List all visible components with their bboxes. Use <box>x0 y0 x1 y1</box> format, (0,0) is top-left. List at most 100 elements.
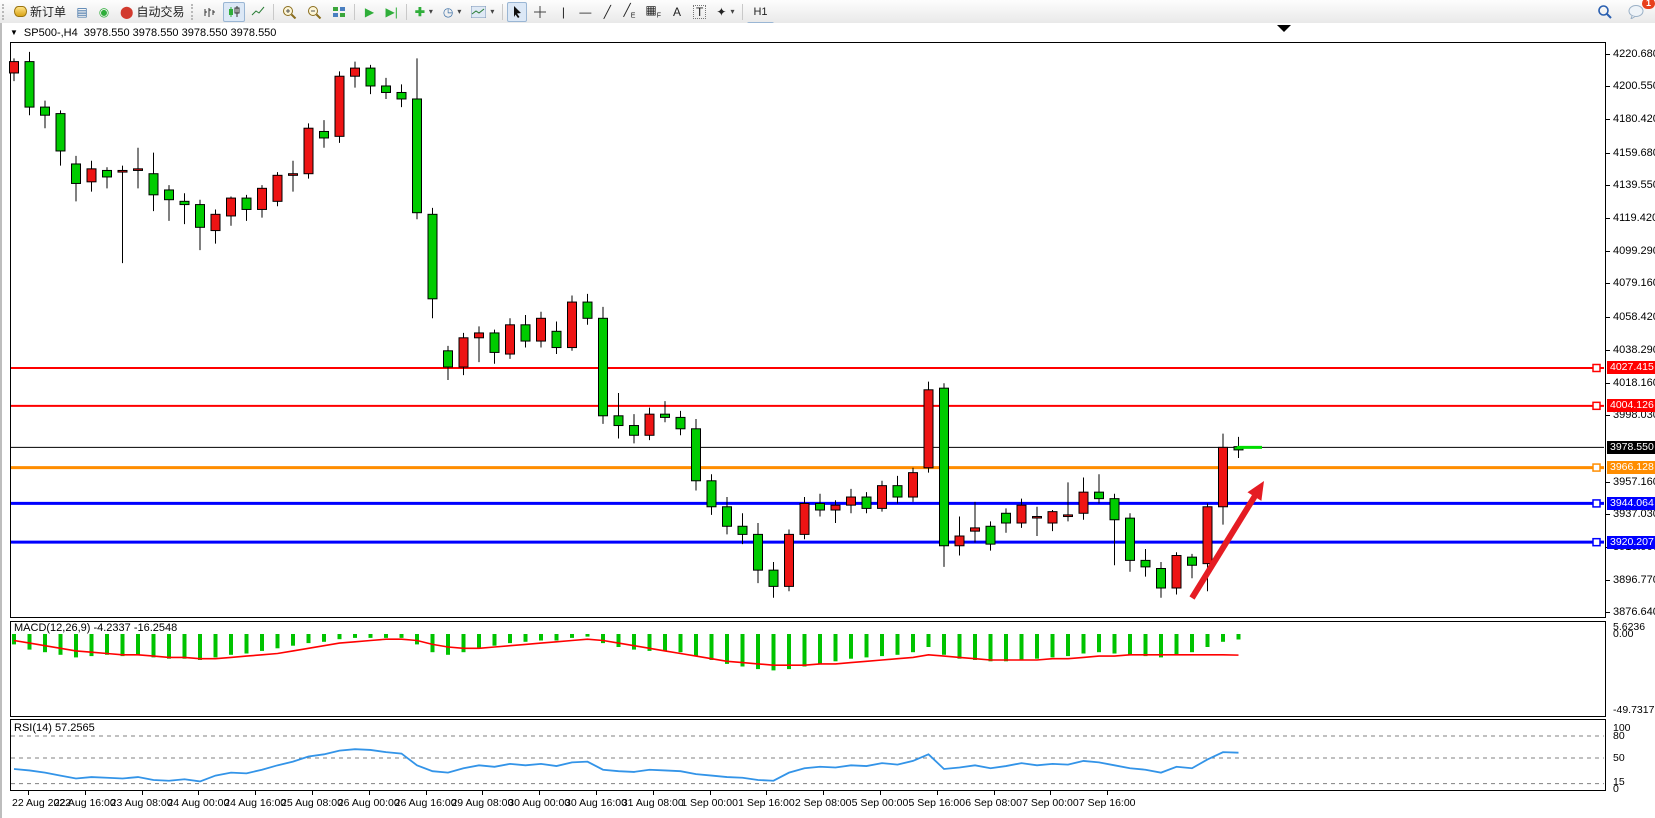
time-tick-mark <box>994 791 995 795</box>
time-axis-label: 30 Aug 00:00 <box>508 797 570 809</box>
templates-button[interactable]: ▾ <box>467 2 498 22</box>
tile-windows-icon <box>332 6 346 18</box>
time-axis-label: 1 Sep 16:00 <box>738 797 795 809</box>
channel-tool-button[interactable]: ╱E <box>619 2 639 22</box>
trendline-tool-button[interactable]: ╱ <box>597 2 617 22</box>
chevron-down-icon: ▾ <box>457 7 461 16</box>
time-tick-mark <box>539 791 540 795</box>
chevron-down-icon: ▾ <box>730 7 734 16</box>
line-chart-type-button[interactable] <box>247 2 269 22</box>
bar-chart-icon <box>203 6 217 18</box>
time-axis-label: 26 Aug 00:00 <box>338 797 400 809</box>
vertical-line-tool-button[interactable]: | <box>553 2 573 22</box>
price-tick-label: 4220.680 <box>1613 48 1655 60</box>
candlestick-icon <box>227 6 241 18</box>
chart-title-row[interactable]: ▼ SP500-,H4 3978.550 3978.550 3978.550 3… <box>10 25 276 40</box>
price-tick-mark <box>1606 383 1610 384</box>
time-axis-label: 2 Sep 08:00 <box>795 797 852 809</box>
auto-scroll-icon: ▶ <box>365 6 374 18</box>
chart-window: ▼ SP500-,H4 3978.550 3978.550 3978.550 3… <box>0 23 1655 818</box>
auto-scroll-button[interactable]: ▶ <box>359 2 379 22</box>
cursor-tool-button[interactable] <box>507 2 527 22</box>
price-tick-mark <box>1606 317 1610 318</box>
market-news-button[interactable]: ◉ <box>94 2 114 22</box>
toolbar-separator <box>273 4 274 20</box>
chart-symbol-title: SP500-,H4 <box>24 27 78 39</box>
new-order-icon <box>14 6 27 17</box>
rsi-scale-label: 50 <box>1613 752 1625 764</box>
timeframe-button-h1[interactable]: H1 <box>747 2 773 22</box>
crosshair-tool-button[interactable] <box>529 2 551 22</box>
price-tick-mark <box>1606 612 1610 613</box>
rsi-label: RSI(14) 57.2565 <box>14 722 95 734</box>
chart-shift-icon: ▶| <box>385 6 397 18</box>
chevron-down-icon: ▾ <box>490 7 494 16</box>
price-axis[interactable]: 4220.6804200.5504180.4204159.6804139.550… <box>1606 23 1655 818</box>
price-tick-mark <box>1606 251 1610 252</box>
time-axis-label: 5 Sep 00:00 <box>852 797 909 809</box>
price-tick-label: 4200.550 <box>1613 80 1655 92</box>
arrows-shapes-icon: ✦ <box>716 6 726 18</box>
time-axis-label: 31 Aug 08:00 <box>622 797 684 809</box>
time-tick-mark <box>312 791 313 795</box>
price-tick-mark <box>1606 580 1610 581</box>
autotrade-icon: ⬤ <box>120 6 133 18</box>
macd-scale-label: -49.7317 <box>1613 704 1654 716</box>
clock-icon: ◷ <box>443 6 453 18</box>
chat-unread-badge: 1 <box>1642 0 1655 9</box>
price-tick-mark <box>1606 415 1610 416</box>
time-tick-mark <box>142 791 143 795</box>
text-tool-button[interactable]: A <box>667 2 687 22</box>
horizontal-line-tool-button[interactable]: — <box>575 2 595 22</box>
zoom-in-button[interactable] <box>278 2 301 22</box>
macd-scale-label: 0.00 <box>1613 628 1633 640</box>
bar-chart-type-button[interactable] <box>199 2 221 22</box>
time-axis-label: 6 Sep 08:00 <box>965 797 1022 809</box>
price-tag-3978.550: 3978.550 <box>1607 441 1655 454</box>
toolbar-right-group: 1 <box>1592 0 1649 23</box>
chart-shift-button[interactable]: ▶| <box>381 2 401 22</box>
add-indicator-button[interactable]: ✚▾ <box>411 2 437 22</box>
search-button[interactable] <box>1593 2 1616 22</box>
fibonacci-tool-button[interactable]: ▦F <box>641 2 665 22</box>
chevron-down-icon[interactable]: ▼ <box>10 28 18 37</box>
time-tick-mark <box>369 791 370 795</box>
time-axis-label: 22 Aug 16:00 <box>54 797 116 809</box>
time-axis-label: 1 Sep 00:00 <box>681 797 738 809</box>
autotrade-button[interactable]: ⬤ 自动交易 <box>116 2 188 22</box>
horizontal-line-icon: — <box>579 6 591 18</box>
price-tick-mark <box>1606 54 1610 55</box>
toolbar-separator <box>406 4 407 20</box>
templates-icon <box>471 6 486 18</box>
time-tick-mark <box>596 791 597 795</box>
main-price-pane[interactable] <box>10 42 1606 618</box>
price-tick-label: 4119.420 <box>1613 212 1655 224</box>
price-tick-mark <box>1606 350 1610 351</box>
chat-bubble-icon <box>1628 5 1644 19</box>
time-axis-label: 5 Sep 16:00 <box>908 797 965 809</box>
price-tick-label: 4058.420 <box>1613 311 1655 323</box>
time-axis-label: 25 Aug 08:00 <box>281 797 343 809</box>
price-tick-label: 3896.770 <box>1613 574 1655 586</box>
price-tick-label: 4099.290 <box>1613 245 1655 257</box>
add-indicator-icon: ✚ <box>415 6 425 18</box>
text-label-tool-button[interactable]: T <box>689 2 710 22</box>
time-tick-mark <box>937 791 938 795</box>
new-order-label: 新订单 <box>30 3 66 20</box>
zoom-out-button[interactable] <box>303 2 326 22</box>
macd-pane[interactable] <box>10 621 1606 717</box>
candlestick-type-button[interactable] <box>223 2 245 22</box>
price-tag-3966.128: 3966.128 <box>1607 461 1655 474</box>
autotrade-label: 自动交易 <box>136 3 184 20</box>
shapes-tool-button[interactable]: ✦▾ <box>712 2 738 22</box>
chart-ohlc-values: 3978.550 3978.550 3978.550 3978.550 <box>84 27 277 39</box>
rsi-pane[interactable] <box>10 719 1606 791</box>
new-order-button[interactable]: 新订单 <box>10 2 70 22</box>
periods-button[interactable]: ◷▾ <box>439 2 466 22</box>
time-axis[interactable]: 22 Aug 202222 Aug 16:0023 Aug 08:0024 Au… <box>10 791 1606 817</box>
price-tick-mark <box>1606 283 1610 284</box>
tile-windows-button[interactable] <box>328 2 350 22</box>
time-axis-label: 7 Sep 16:00 <box>1079 797 1136 809</box>
chevron-down-icon: ▾ <box>429 7 433 16</box>
depth-of-market-button[interactable]: ▤ <box>72 2 92 22</box>
